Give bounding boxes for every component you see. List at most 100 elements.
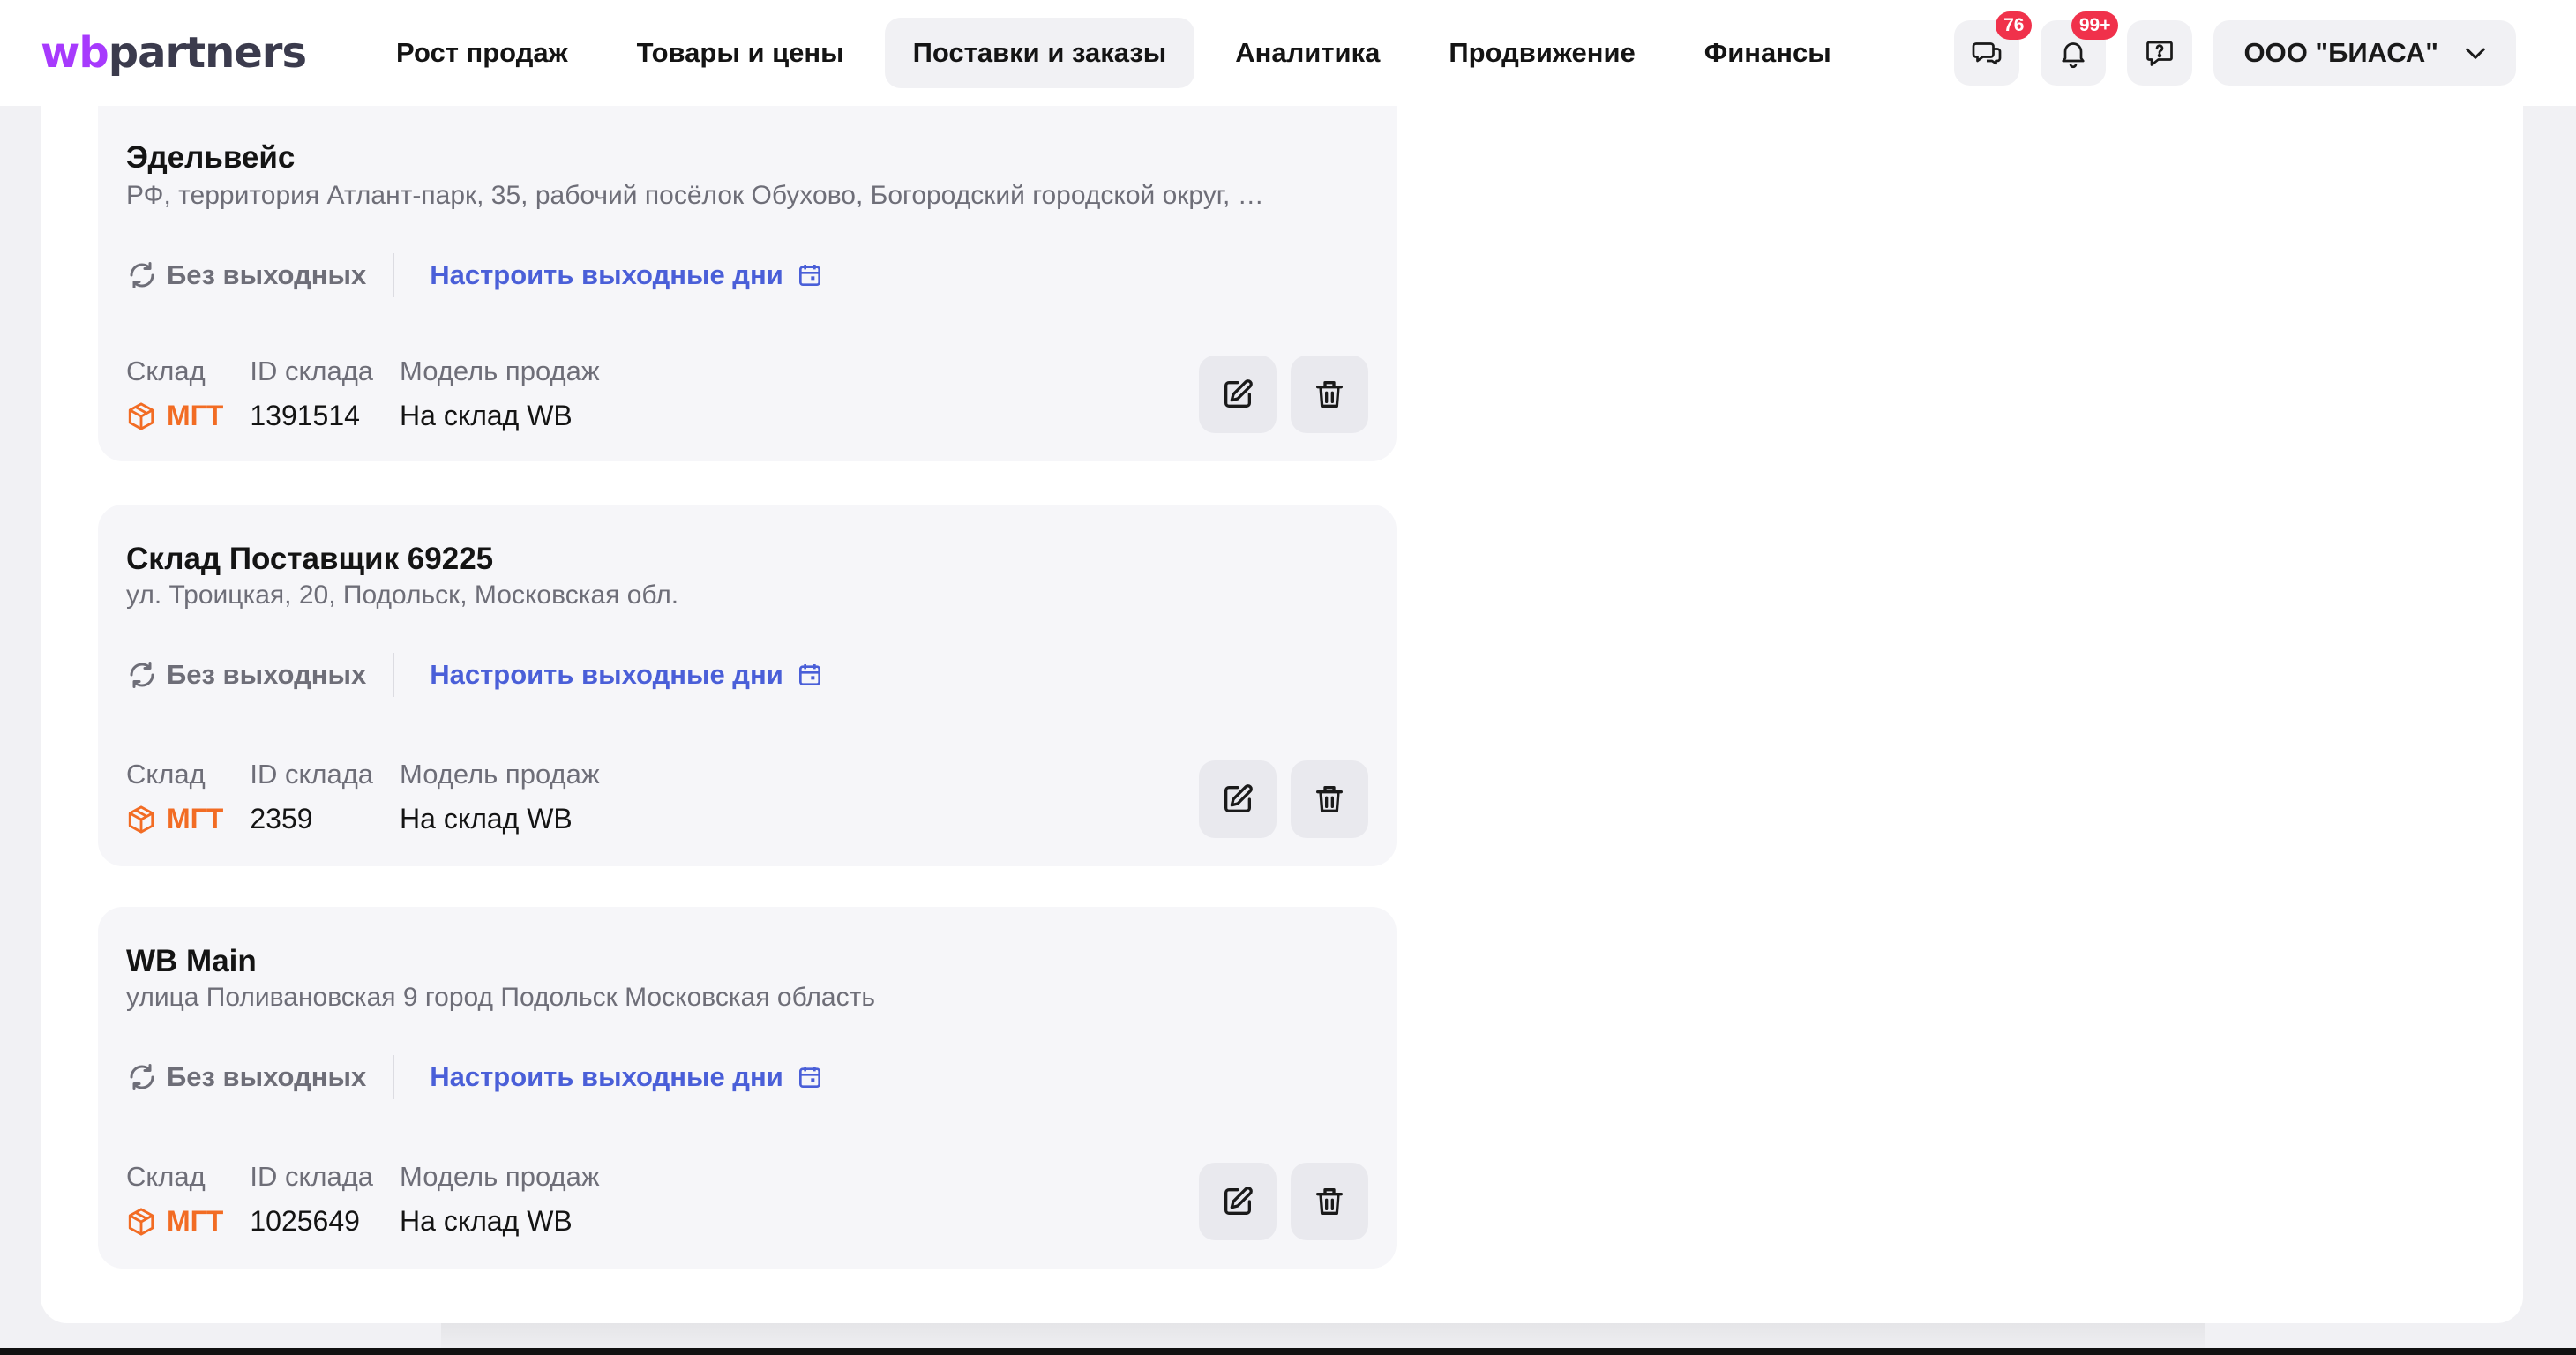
no-days-off-status: Без выходных (126, 653, 395, 697)
trash-icon (1316, 1188, 1343, 1215)
warehouse-type-col: Склад МГТ (126, 356, 223, 432)
calendar-icon (798, 664, 820, 685)
warehouse-id-value: 1391514 (250, 400, 360, 431)
sales-model-label: Модель продаж (400, 1161, 600, 1192)
configure-days-off-label: Настроить выходные дни (430, 259, 783, 290)
edit-icon (1224, 784, 1253, 812)
sales-model-value: На склад WB (400, 1205, 573, 1237)
company-name: ООО "БИАСА" (2243, 37, 2438, 68)
repeat-icon (130, 662, 154, 688)
box-icon (128, 401, 154, 430)
notifications-badge: 99+ (2071, 11, 2119, 40)
nav-item-promotion[interactable]: Продвижение (1420, 18, 1663, 88)
warehouse-type-col: Склад МГТ (126, 1161, 223, 1238)
repeat-icon (130, 262, 154, 288)
sales-model-col: Модель продаж На склад WB (400, 1161, 600, 1238)
logo-wb-text: wb (41, 28, 109, 78)
edit-button[interactable] (1199, 1163, 1277, 1240)
warehouse-info: Склад МГТ ID склада 2359 Модель продаж Н… (126, 759, 600, 835)
top-header: wb partners Рост продаж Товары и цены Пос… (0, 0, 2576, 106)
warehouse-type-value: МГТ (126, 400, 223, 432)
box-icon (128, 805, 154, 834)
warehouse-type-text: МГТ (167, 400, 224, 431)
configure-days-off-link[interactable]: Настроить выходные дни (394, 1061, 824, 1093)
warehouse-card: Склад Поставщик 69225 ул. Троицкая, 20, … (98, 505, 1397, 866)
main-nav: Рост продаж Товары и цены Поставки и зак… (368, 18, 1860, 88)
calendar-icon (798, 265, 820, 286)
nav-item-finance[interactable]: Финансы (1676, 18, 1860, 88)
sales-model-col: Модель продаж На склад WB (400, 356, 600, 432)
warehouse-card: Эдельвейс РФ, территория Атлант-парк, 35… (98, 100, 1397, 461)
sales-model-col: Модель продаж На склад WB (400, 759, 600, 835)
configure-days-off-label: Настроить выходные дни (430, 659, 783, 690)
chat-badge: 76 (1996, 11, 2033, 40)
warehouse-id-value: 1025649 (250, 1205, 360, 1237)
warehouse-title: Эдельвейс (126, 140, 296, 175)
no-days-off-label: Без выходных (167, 659, 367, 690)
header-actions: 76 99+ ООО "БИАСА" (1954, 11, 2516, 86)
bell-icon (2062, 42, 2086, 69)
warehouse-id-col: ID склада 1025649 (250, 1161, 373, 1238)
trash-icon (1316, 786, 1343, 812)
warehouse-title: Склад Поставщик 69225 (126, 542, 494, 576)
warehouse-id-label: ID склада (250, 356, 374, 386)
no-days-off-status: Без выходных (126, 1055, 395, 1099)
delete-button[interactable] (1291, 356, 1368, 433)
edit-button[interactable] (1199, 760, 1277, 838)
company-selector[interactable]: ООО "БИАСА" (2213, 20, 2516, 86)
schedule-row: Без выходных Настроить выходные дни (126, 653, 824, 697)
warehouse-type-text: МГТ (167, 1205, 224, 1237)
sales-model-value: На склад WB (400, 803, 573, 835)
card-actions (1199, 356, 1368, 433)
warehouse-type-value: МГТ (126, 1205, 223, 1238)
repeat-icon (130, 1064, 154, 1090)
help-question-icon (2146, 41, 2174, 66)
box-icon (128, 1207, 154, 1236)
card-actions (1199, 1163, 1368, 1240)
schedule-row: Без выходных Настроить выходные дни (126, 1055, 824, 1099)
warehouse-card: WB Main улица Поливановская 9 город Подо… (98, 907, 1397, 1269)
card-actions (1199, 760, 1368, 838)
nav-item-analytics[interactable]: Аналитика (1207, 18, 1408, 88)
schedule-row: Без выходных Настроить выходные дни (126, 253, 824, 297)
configure-days-off-link[interactable]: Настроить выходные дни (394, 259, 824, 291)
sales-model-label: Модель продаж (400, 356, 600, 386)
warehouse-label: Склад (126, 1161, 206, 1192)
wbpartners-logo[interactable]: wb partners (41, 28, 307, 78)
no-days-off-label: Без выходных (167, 1061, 367, 1092)
notifications-button[interactable]: 99+ (2041, 11, 2119, 86)
warehouse-type-text: МГТ (167, 803, 224, 835)
warehouse-address: ул. Троицкая, 20, Подольск, Московская о… (126, 580, 679, 610)
warehouse-type-value: МГТ (126, 803, 223, 835)
warehouse-id-label: ID склада (250, 1161, 374, 1192)
warehouse-label: Склад (126, 759, 206, 790)
no-days-off-label: Без выходных (167, 259, 367, 290)
nav-item-sales-growth[interactable]: Рост продаж (368, 18, 596, 88)
delete-button[interactable] (1291, 760, 1368, 838)
warehouse-type-col: Склад МГТ (126, 759, 223, 835)
configure-days-off-label: Настроить выходные дни (430, 1061, 783, 1092)
edit-icon (1224, 379, 1253, 408)
warehouse-id-label: ID склада (250, 759, 374, 790)
delete-button[interactable] (1291, 1163, 1368, 1240)
warehouse-id-col: ID склада 2359 (250, 759, 373, 835)
edit-button[interactable] (1199, 356, 1277, 433)
warehouse-info: Склад МГТ ID склада 1391514 Модель прода… (126, 356, 600, 432)
warehouse-id-value: 2359 (250, 803, 313, 835)
warehouse-info: Склад МГТ ID склада 1025649 Модель прода… (126, 1161, 600, 1238)
warehouse-address: РФ, территория Атлант-парк, 35, рабочий … (126, 181, 1264, 210)
calendar-icon (798, 1067, 820, 1088)
logo-partners-text: partners (108, 28, 307, 78)
nav-item-supplies-orders[interactable]: Поставки и заказы (884, 18, 1195, 88)
nav-item-products-prices[interactable]: Товары и цены (609, 18, 872, 88)
chat-button[interactable]: 76 (1954, 11, 2033, 86)
edit-icon (1224, 1187, 1253, 1215)
warehouse-id-col: ID склада 1391514 (250, 356, 373, 432)
window-bottom-edge (0, 1348, 2576, 1355)
chevron-down-icon (2466, 48, 2485, 59)
help-button[interactable] (2127, 20, 2193, 86)
configure-days-off-link[interactable]: Настроить выходные дни (394, 659, 824, 691)
sales-model-value: На склад WB (400, 400, 573, 431)
chat-icon (1973, 42, 2002, 65)
trash-icon (1316, 381, 1343, 408)
